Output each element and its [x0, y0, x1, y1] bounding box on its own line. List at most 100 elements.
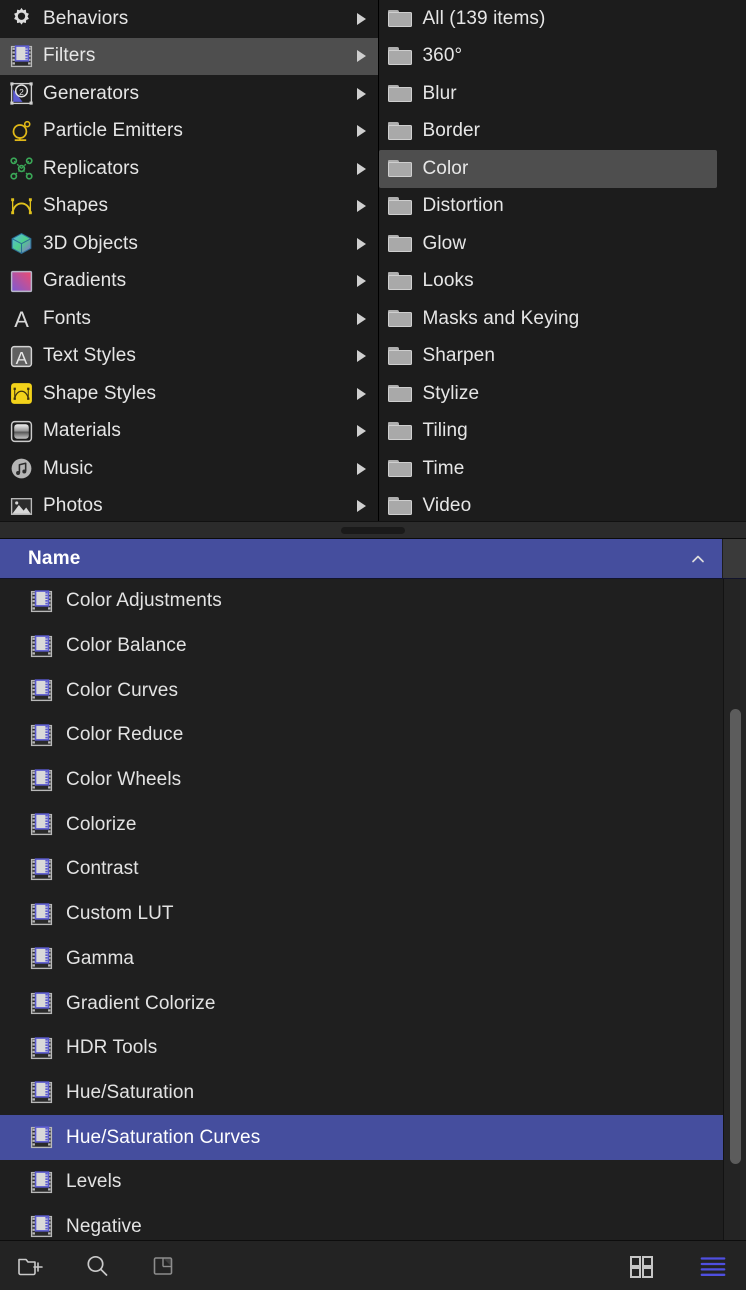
library-item-generators[interactable]: 2Generators — [0, 75, 378, 113]
table-row[interactable]: Color Balance — [0, 624, 723, 669]
library-item-text-styles[interactable]: AText Styles — [0, 338, 378, 376]
generator-icon: 2 — [8, 81, 34, 107]
filter-list[interactable]: Color Adjustments Color Balance Color Curv… — [0, 579, 723, 1240]
library-category-column[interactable]: BehaviorsFilters2GeneratorsParticle Emit… — [0, 0, 379, 521]
table-row[interactable]: Levels — [0, 1160, 723, 1205]
music-note-icon — [8, 456, 34, 482]
table-row[interactable]: Color Wheels — [0, 758, 723, 803]
library-item-3d-objects[interactable]: 3D Objects — [0, 225, 378, 263]
category-item-label: Stylize — [422, 383, 479, 405]
category-item-glow[interactable]: Glow — [379, 225, 746, 263]
table-row[interactable]: HDR Tools — [0, 1026, 723, 1071]
category-item-distortion[interactable]: Distortion — [379, 188, 746, 226]
category-item-tiling[interactable]: Tiling — [379, 413, 746, 451]
filter-category-column[interactable]: All (139 items)360° Blur BorderColorDistor… — [379, 0, 746, 521]
category-item-stylize[interactable]: Stylize — [379, 375, 746, 413]
category-item-sharpen[interactable]: Sharpen — [379, 338, 746, 376]
filmstrip-icon — [28, 588, 54, 614]
shape-style-icon — [8, 381, 34, 407]
category-item-label: Blur — [422, 83, 456, 105]
sidebar-icon[interactable] — [148, 1251, 178, 1281]
table-row[interactable]: Hue/Saturation Curves — [0, 1115, 723, 1160]
category-item-time[interactable]: Time — [379, 450, 746, 488]
submenu-arrow-icon[interactable] — [357, 350, 366, 362]
resize-grip-icon[interactable] — [341, 527, 405, 534]
filmstrip-icon — [28, 1125, 54, 1151]
table-row[interactable]: Color Adjustments — [0, 579, 723, 624]
library-item-replicators[interactable]: Replicators — [0, 150, 378, 188]
list-column-header[interactable]: Name — [0, 539, 746, 579]
category-item-color[interactable]: Color — [379, 150, 717, 188]
table-row[interactable]: Gradient Colorize — [0, 981, 723, 1026]
filter-list-scroll-area[interactable]: Color Adjustments Color Balance Color Curv… — [0, 579, 746, 1240]
folder-icon — [387, 306, 413, 332]
filter-name-label: Color Balance — [66, 635, 187, 657]
library-item-music[interactable]: Music — [0, 450, 378, 488]
submenu-arrow-icon[interactable] — [357, 275, 366, 287]
table-row[interactable]: Gamma — [0, 937, 723, 982]
new-folder-icon[interactable] — [16, 1251, 46, 1281]
category-item-360[interactable]: 360° — [379, 38, 746, 76]
submenu-arrow-icon[interactable] — [357, 163, 366, 175]
library-item-shape-styles[interactable]: Shape Styles — [0, 375, 378, 413]
submenu-arrow-icon[interactable] — [357, 388, 366, 400]
table-row[interactable]: Hue/Saturation — [0, 1071, 723, 1116]
category-item-border[interactable]: Border — [379, 113, 746, 151]
library-item-materials[interactable]: Materials — [0, 413, 378, 451]
submenu-arrow-icon[interactable] — [357, 238, 366, 250]
table-row[interactable]: Custom LUT — [0, 892, 723, 937]
library-item-photos[interactable]: Photos — [0, 488, 378, 522]
category-item-label: Sharpen — [422, 345, 495, 367]
particle-emitter-icon — [8, 118, 34, 144]
category-item-video[interactable]: Video — [379, 488, 746, 522]
category-item-blur[interactable]: Blur — [379, 75, 746, 113]
table-row[interactable]: Colorize — [0, 802, 723, 847]
folder-icon — [387, 381, 413, 407]
filmstrip-icon — [28, 633, 54, 659]
library-item-fonts[interactable]: AFonts — [0, 300, 378, 338]
library-item-behaviors[interactable]: Behaviors — [0, 0, 378, 38]
photos-icon — [8, 493, 34, 519]
search-icon[interactable] — [82, 1251, 112, 1281]
library-item-filters[interactable]: Filters — [0, 38, 378, 76]
library-item-particle-emitters[interactable]: Particle Emitters — [0, 113, 378, 151]
submenu-arrow-icon[interactable] — [357, 125, 366, 137]
library-item-label: Materials — [43, 420, 121, 442]
photos-icon — [8, 493, 34, 519]
list-view-icon[interactable] — [698, 1251, 728, 1281]
filter-name-label: Color Wheels — [66, 769, 181, 791]
chevron-up-icon[interactable] — [690, 551, 706, 567]
table-row[interactable]: Negative — [0, 1205, 723, 1240]
table-row[interactable]: Color Reduce — [0, 713, 723, 758]
music-note-icon — [8, 456, 34, 482]
table-row[interactable]: Color Curves — [0, 668, 723, 713]
submenu-arrow-icon[interactable] — [357, 88, 366, 100]
folder-icon — [387, 493, 413, 519]
category-item-looks[interactable]: Looks — [379, 263, 746, 301]
grid-view-icon[interactable] — [626, 1251, 656, 1281]
submenu-arrow-icon[interactable] — [357, 463, 366, 475]
submenu-arrow-icon[interactable] — [357, 500, 366, 512]
vertical-scrollbar-thumb[interactable] — [730, 709, 741, 1164]
vertical-scrollbar[interactable] — [723, 579, 746, 1240]
text-style-icon: A — [8, 343, 34, 369]
category-item-all-139-items[interactable]: All (139 items) — [379, 0, 746, 38]
pane-resize-divider[interactable] — [0, 521, 746, 539]
submenu-arrow-icon[interactable] — [357, 13, 366, 25]
folder-icon — [387, 6, 413, 32]
table-row[interactable]: Contrast — [0, 847, 723, 892]
filmstrip-icon — [28, 946, 54, 972]
filmstrip-icon — [28, 991, 54, 1017]
folder-icon — [387, 268, 413, 294]
filmstrip-icon — [28, 901, 54, 927]
filmstrip-icon — [28, 1169, 54, 1195]
submenu-arrow-icon[interactable] — [357, 200, 366, 212]
submenu-arrow-icon[interactable] — [357, 425, 366, 437]
submenu-arrow-icon[interactable] — [357, 313, 366, 325]
folder-icon — [387, 81, 413, 107]
submenu-arrow-icon[interactable] — [357, 50, 366, 62]
library-item-gradients[interactable]: Gradients — [0, 263, 378, 301]
folder-icon — [387, 456, 413, 482]
category-item-masks-and-keying[interactable]: Masks and Keying — [379, 300, 746, 338]
library-item-shapes[interactable]: Shapes — [0, 188, 378, 226]
